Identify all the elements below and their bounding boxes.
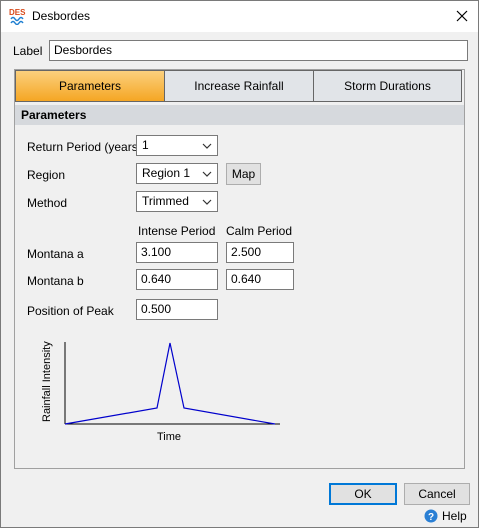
- label-input[interactable]: Desbordes: [49, 40, 468, 61]
- storm-graph-svg: Rainfall Intensity Time: [41, 341, 280, 443]
- section-header: Parameters: [15, 105, 464, 125]
- graph-xlabel: Time: [157, 431, 181, 443]
- tab-panel: Parameters Increase Rainfall Storm Durat…: [14, 69, 465, 469]
- map-button[interactable]: Map: [226, 163, 261, 185]
- help-label: Help: [442, 509, 467, 523]
- peak-label: Position of Peak: [27, 304, 114, 318]
- montana-b-intense-input[interactable]: 0.640: [136, 269, 218, 290]
- svg-text:DES: DES: [9, 8, 26, 17]
- svg-text:?: ?: [428, 512, 434, 523]
- intense-period-header: Intense Period: [138, 224, 216, 238]
- return-period-value: 1: [142, 138, 149, 152]
- return-period-label: Return Period (years): [27, 140, 142, 154]
- storm-graph: Rainfall Intensity Time: [37, 338, 287, 448]
- region-select[interactable]: Region 1: [136, 163, 218, 184]
- hyetograph-line: [64, 342, 276, 425]
- label-field-label: Label: [13, 44, 43, 58]
- return-period-select[interactable]: 1: [136, 135, 218, 156]
- help-icon: ?: [424, 509, 438, 523]
- montana-a-calm-input[interactable]: 2.500: [226, 242, 294, 263]
- des-app-icon: DES: [9, 8, 26, 25]
- region-value: Region 1: [142, 166, 191, 180]
- tab-increase-rainfall[interactable]: Increase Rainfall: [164, 70, 314, 102]
- tab-storm-durations[interactable]: Storm Durations: [313, 70, 462, 102]
- title-bar: DES Desbordes: [1, 1, 478, 32]
- graph-ylabel: Rainfall Intensity: [41, 341, 53, 422]
- peak-input[interactable]: 0.500: [136, 299, 218, 320]
- montana-b-label: Montana b: [27, 274, 84, 288]
- dialog-window: DES Desbordes Label Desbordes Parameters…: [0, 0, 479, 528]
- montana-a-intense-input[interactable]: 3.100: [136, 242, 218, 263]
- method-select[interactable]: Trimmed: [136, 191, 218, 212]
- method-value: Trimmed: [142, 194, 189, 208]
- tab-parameters[interactable]: Parameters: [15, 70, 165, 102]
- method-label: Method: [27, 196, 68, 210]
- cancel-button[interactable]: Cancel: [404, 483, 470, 505]
- region-label: Region: [27, 168, 66, 182]
- close-icon: [456, 10, 468, 22]
- chevron-down-icon: [202, 143, 212, 149]
- ok-button[interactable]: OK: [329, 483, 397, 505]
- window-title: Desbordes: [32, 9, 91, 23]
- montana-a-label: Montana a: [27, 247, 84, 261]
- calm-period-header: Calm Period: [226, 224, 293, 238]
- montana-b-calm-input[interactable]: 0.640: [226, 269, 294, 290]
- chevron-down-icon: [202, 199, 212, 205]
- help-link[interactable]: ? Help: [424, 509, 467, 523]
- chevron-down-icon: [202, 171, 212, 177]
- close-button[interactable]: [446, 2, 478, 30]
